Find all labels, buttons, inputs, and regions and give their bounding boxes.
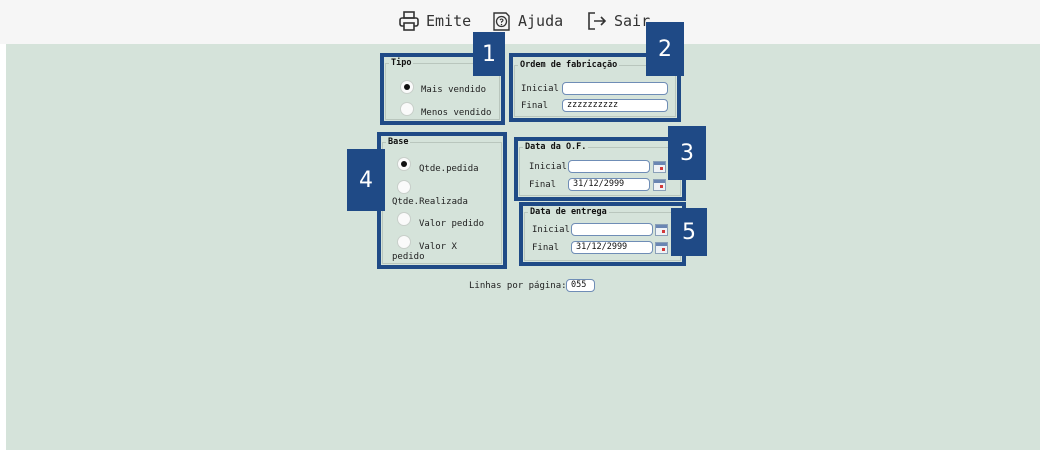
radio-qtde-pedida[interactable] [397,157,411,171]
badge-3: 3 [668,126,706,180]
qtde-realizada-label: Qtde.Realizada [392,197,468,207]
data-of-title: Data da O.F. [525,142,587,152]
logout-icon [588,12,607,30]
help-icon [493,12,510,31]
ordem-inicial-input[interactable] [562,82,668,95]
data-of-inicial-input[interactable] [568,160,650,173]
data-entrega-final-input[interactable]: 31/12/2999 [571,241,653,254]
data-of-final-label: Final [529,180,557,190]
valor-x-pedido-label: Valor X pedido [392,242,457,262]
valor-pedido-label: Valor pedido [419,219,485,229]
ordem-final-input[interactable]: zzzzzzzzzz [562,99,668,112]
sair-button[interactable]: Sair [586,8,650,34]
ajuda-label: Ajuda [518,12,564,30]
badge-2: 2 [646,22,684,76]
calendar-icon[interactable] [655,224,668,236]
ordem-final-label: Final [521,101,549,111]
radio-mais-vendido[interactable] [400,80,414,94]
data-entrega-inicial-input[interactable] [571,223,653,236]
calendar-icon[interactable] [653,161,666,173]
base-title: Base [388,137,409,147]
qtde-pedida-label: Qtde.pedida [419,164,479,174]
badge-1: 1 [473,32,505,76]
radio-qtde-realizada[interactable] [397,180,411,194]
sair-label: Sair [614,12,651,30]
linhas-input[interactable]: 055 [566,279,595,292]
badge-5: 5 [671,208,707,256]
ajuda-button[interactable]: Ajuda [490,8,563,34]
data-of-inicial-label: Inicial [529,162,567,172]
radio-menos-vendido[interactable] [400,102,414,116]
data-entrega-inicial-label: Inicial [532,225,570,235]
calendar-icon[interactable] [655,242,668,254]
emite-label: Emite [426,12,472,30]
menos-vendido-label: Menos vendido [421,108,492,118]
badge-4: 4 [347,149,385,211]
emite-button[interactable]: Emite [398,8,471,34]
ordem-title: Ordem de fabricação [520,60,618,70]
data-entrega-title: Data de entrega [530,207,607,217]
toolbar: Emite Ajuda Sair [0,0,1040,44]
ordem-inicial-label: Inicial [521,84,559,94]
tipo-title: Tipo [391,58,412,68]
mais-vendido-label: Mais vendido [421,85,487,95]
radio-valor-pedido[interactable] [397,212,411,226]
linhas-label: Linhas por página: [469,281,567,291]
printer-icon [399,11,419,31]
data-of-final-input[interactable]: 31/12/2999 [568,178,650,191]
data-entrega-final-label: Final [532,243,560,253]
calendar-icon[interactable] [653,179,666,191]
